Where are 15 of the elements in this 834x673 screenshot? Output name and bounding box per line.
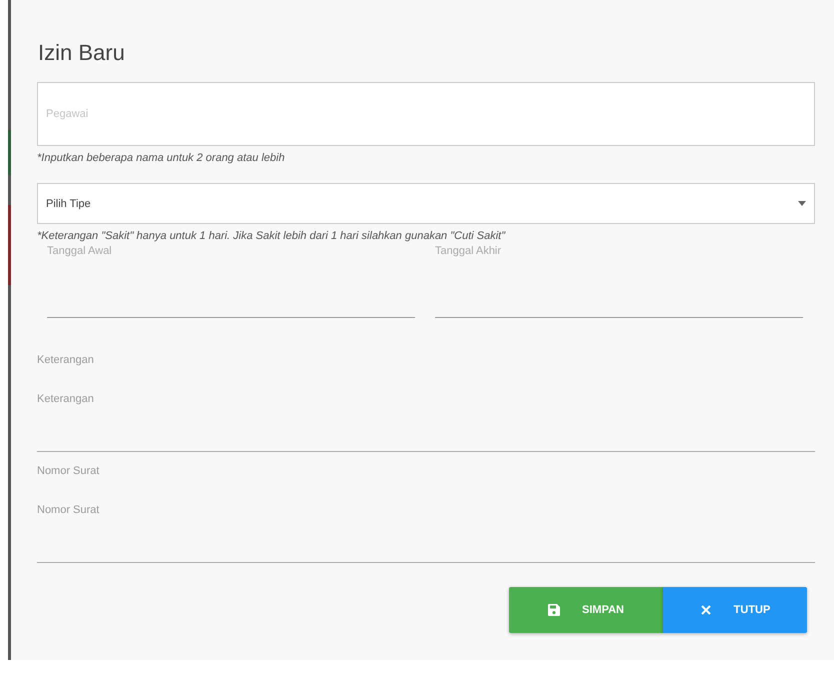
type-select[interactable]: Pilih Tipe (37, 183, 815, 224)
caret-icon (798, 201, 806, 206)
save-button[interactable]: SIMPAN (509, 587, 663, 633)
type-hint: *Keterangan "Sakit" hanya untuk 1 hari. Jika Sakit lebih dari 1 hari silahkan gunakan "Cuti Sakit" (37, 230, 506, 242)
close-icon (700, 604, 712, 616)
date-label: Tanggal Awal (47, 245, 113, 257)
field-label: Keterangan (37, 354, 95, 366)
dialog-title: Izin Baru (38, 40, 126, 66)
text-field[interactable]: Nomor Surat (37, 477, 815, 563)
employee-hint: *Inputkan beberapa nama untuk 2 orang atau lebih (37, 152, 286, 164)
field-label: Nomor Surat (37, 465, 100, 477)
close-button[interactable]: TUTUP (663, 587, 807, 633)
employee-field[interactable]: Pegawai (37, 82, 815, 146)
date-label: Tanggal Akhir (435, 245, 502, 257)
text-field[interactable]: Keterangan (37, 366, 815, 452)
